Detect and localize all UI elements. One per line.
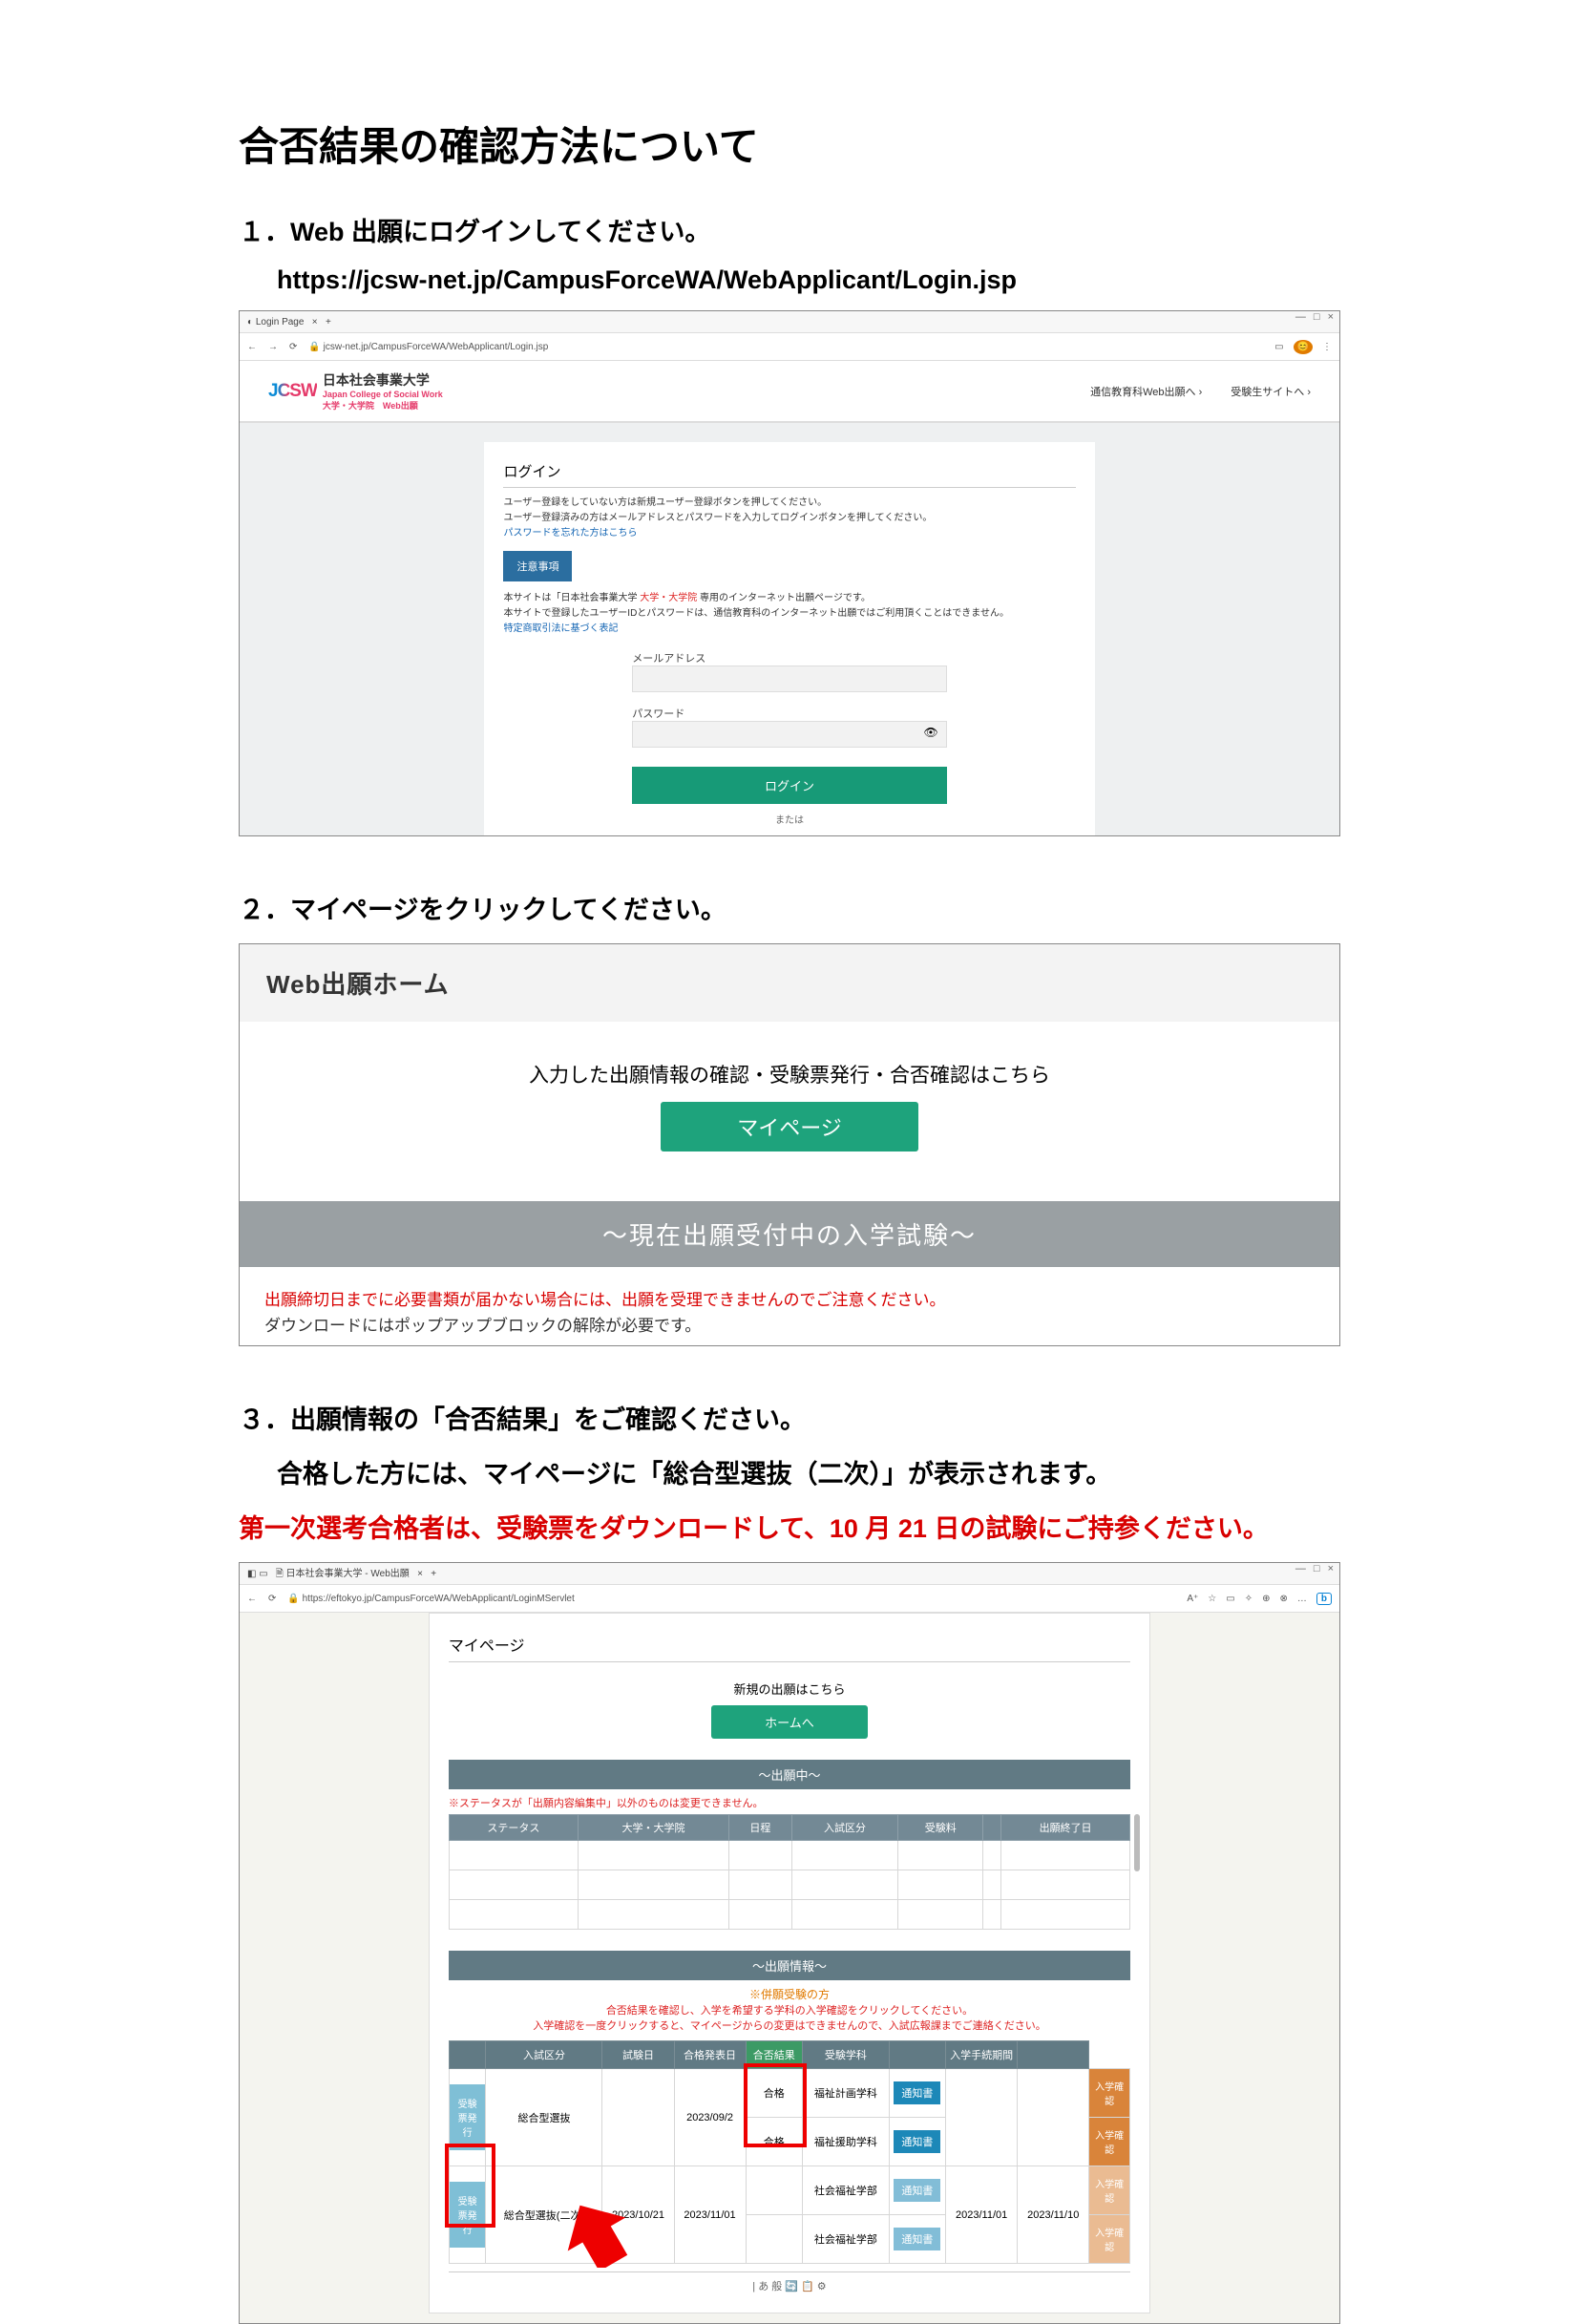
popup-note: ダウンロードにはポップアップブロックの解除が必要です。 (240, 1312, 1339, 1345)
enroll-confirm-button[interactable]: 入学確認 (1089, 2069, 1129, 2117)
home-button[interactable]: ホームへ (711, 1705, 868, 1739)
email-field[interactable] (632, 666, 946, 692)
nav-back-icon[interactable]: ← (247, 1594, 257, 1604)
scrollbar[interactable] (1134, 1814, 1140, 1871)
enroll-confirm-button[interactable]: 入学確認 (1089, 2215, 1129, 2263)
eye-icon[interactable]: 👁 (923, 726, 937, 739)
login-button[interactable]: ログイン (632, 767, 946, 804)
login-card-title: ログイン (503, 455, 1075, 488)
new-application-msg: 新規の出願はこちら (449, 1680, 1130, 1698)
browser-tab[interactable]: ◐ Login Page × + (247, 317, 331, 327)
nav-fwd-icon[interactable]: → (268, 342, 278, 352)
ext-icon[interactable]: ▭ (1274, 342, 1283, 352)
browser-tab-3[interactable]: 🗎 日本社会事業大学 - Web出願 × + (276, 1565, 436, 1583)
step-1-heading: １．Web 出願にログインしてください。 (239, 211, 1340, 248)
univ-name: 日本社会事業大学 (323, 370, 443, 390)
header-link-jukensei[interactable]: 受験生サイトへ (1231, 384, 1311, 399)
password-field[interactable]: 👁 (632, 721, 946, 748)
mypage-button[interactable]: マイページ (661, 1102, 918, 1151)
profile-icon[interactable]: 😊 (1294, 340, 1313, 354)
step-3-line2: 合格した方には、マイページに「総合型選抜（二次）」が表示されます。 (277, 1453, 1340, 1490)
window-controls[interactable]: —□× (1295, 311, 1334, 323)
header-link-tsushin[interactable]: 通信教育科Web出願へ (1090, 384, 1202, 399)
page-title: 合否結果の確認方法について (239, 115, 1340, 173)
notice-button[interactable]: 通知書 (894, 2130, 940, 2153)
browser-address-bar-3[interactable]: ← ⟳ 🔒 https://eftokyo.jp/CampusForceWA/W… (240, 1585, 1339, 1613)
webhome-title: Web出願ホーム (240, 944, 1339, 1022)
deadline-warning: 出願締切日までに必要書類が届かない場合には、出願を受理できませんのでご注意くださ… (240, 1267, 1339, 1312)
screenshot-webhome: Web出願ホーム 入力した出願情報の確認・受験票発行・合否確認はこちら マイペー… (239, 943, 1340, 1346)
step-2-heading: ２．マイページをクリックしてください。 (239, 889, 1340, 926)
jcsw-logo: JCSW (268, 381, 317, 402)
highlight-ticket-button (445, 2144, 495, 2228)
ime-bar: | あ 般 🔄 📋 ⚙ (449, 2271, 1130, 2299)
browser-tab-bar-3: ◧ ▭ 🗎 日本社会事業大学 - Web出願 × + —□× (240, 1563, 1339, 1585)
step-3-red-warning: 第一次選考合格者は、受験票をダウンロードして、10 月 21 日の試験にご持参く… (239, 1508, 1340, 1545)
enroll-confirm-button[interactable]: 入学確認 (1089, 2118, 1129, 2166)
reload-icon[interactable]: ⟳ (289, 342, 297, 352)
email-label: メールアドレス (632, 650, 946, 666)
login-url: https://jcsw-net.jp/CampusForceWA/WebApp… (277, 265, 1340, 295)
ticket-issue-button[interactable]: 受験票発行 (450, 2084, 486, 2150)
notice-button[interactable]: 通知書 (894, 2228, 940, 2250)
status-edit-note: ※ステータスが「出願内容編集中」以外のものは変更できません。 (449, 1795, 1130, 1810)
enroll-confirm-button[interactable]: 入学確認 (1089, 2166, 1129, 2214)
browser-address-bar[interactable]: ← → ⟳ 🔒 jcsw-net.jp/CampusForceWA/WebApp… (240, 333, 1339, 361)
in-progress-table: ステータス大学・大学院日程入試区分受験料出願終了日 (449, 1814, 1130, 1930)
mypage-title: マイページ (449, 1627, 1130, 1662)
browser-tab-bar: ◐ Login Page × + —□× (240, 311, 1339, 333)
password-label: パスワード (632, 706, 946, 721)
forgot-password-link[interactable]: パスワードを忘れた方はこちら (503, 526, 1075, 541)
red-arrow-icon (563, 2201, 630, 2268)
current-exams-bar: ～現在出願受付中の入学試験～ (240, 1201, 1339, 1267)
tokushoho-link[interactable]: 特定商取引法に基づく表記 (503, 622, 1075, 637)
window-controls-3[interactable]: —□× (1295, 1563, 1334, 1574)
site-header: JCSW 日本社会事業大学 Japan College of Social Wo… (240, 361, 1339, 423)
mypage-msg: 入力した出願情報の確認・受験票発行・合否確認はこちら (240, 1060, 1339, 1088)
reload-icon[interactable]: ⟳ (268, 1594, 276, 1604)
notice-button[interactable]: 通知書 (894, 2179, 940, 2202)
in-progress-bar: ～出願中～ (449, 1760, 1130, 1789)
heigan-note: ※併願受験の方 (449, 1986, 1130, 2002)
highlight-result-column (744, 2063, 807, 2147)
notice-button[interactable]: 注意事項 (503, 551, 572, 581)
screenshot-login: ◐ Login Page × + —□× ← → ⟳ 🔒 jcsw-net.jp… (239, 310, 1340, 836)
step-3-heading: ３．出願情報の「合否結果」をご確認ください。 (239, 1399, 1340, 1436)
nav-back-icon[interactable]: ← (247, 342, 257, 352)
notice-button[interactable]: 通知書 (894, 2081, 940, 2104)
screenshot-mypage: ◧ ▭ 🗎 日本社会事業大学 - Web出願 × + —□× ← ⟳ 🔒 htt… (239, 1562, 1340, 2324)
application-info-bar: ～出願情報～ (449, 1951, 1130, 1980)
